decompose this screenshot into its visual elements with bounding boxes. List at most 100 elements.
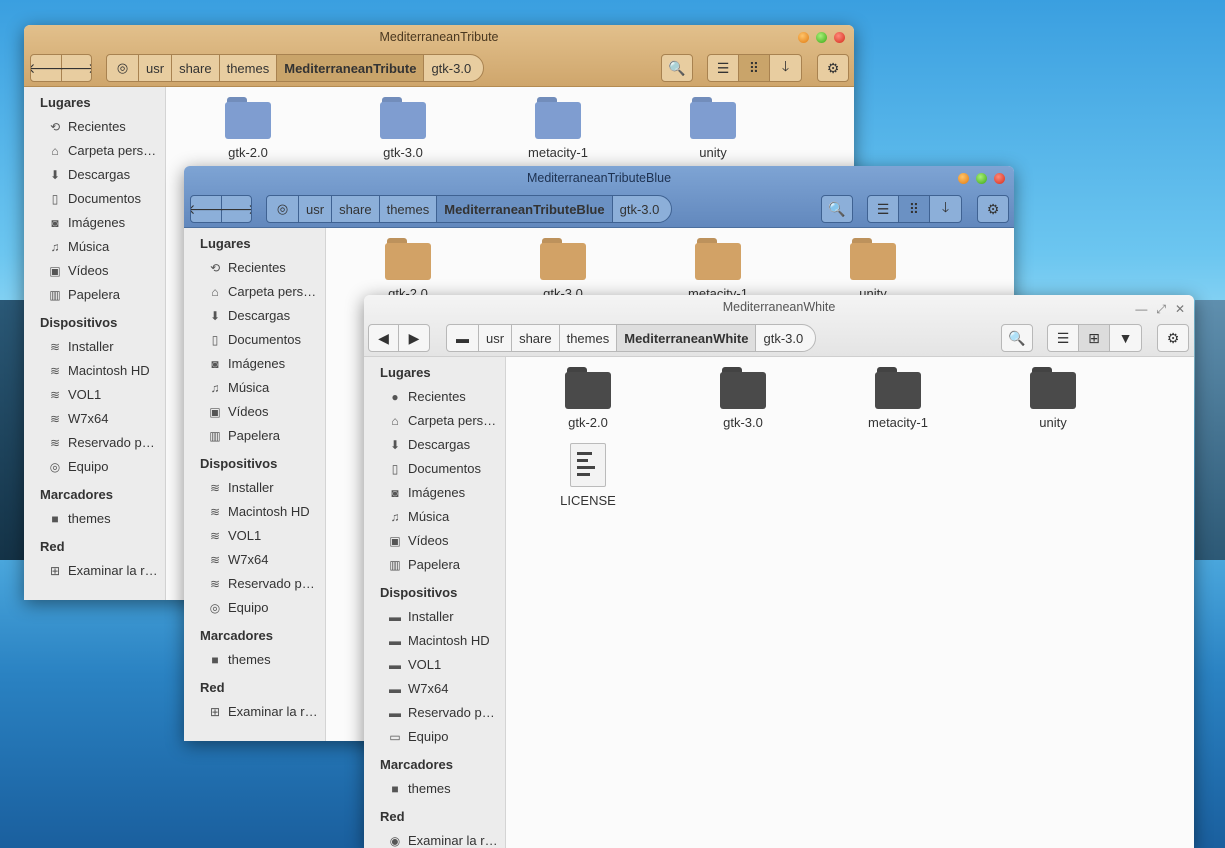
sidebar-item-examinar-la-r[interactable]: ⊞ Examinar la r… [184,700,325,724]
folder-item[interactable]: gtk-2.0 [533,367,643,430]
sidebar-item-carpeta-pers[interactable]: ⌂ Carpeta pers… [184,280,325,304]
search-button[interactable]: 🔍 [821,195,853,223]
grid-view-button[interactable]: ⠿ [739,55,770,81]
sidebar-item-equipo[interactable]: ▭ Equipo [364,725,505,749]
sidebar-item-w7x64[interactable]: ≋ W7x64 [184,548,325,572]
folder-item[interactable]: gtk-3.0 [508,238,618,301]
sidebar-item-equipo[interactable]: ◎ Equipo [24,455,165,479]
sidebar-item-papelera[interactable]: ▥ Papelera [184,424,325,448]
folder-item[interactable]: unity [818,238,928,301]
sidebar-item-musica[interactable]: ♫ Música [364,505,505,529]
sidebar-item-examinar-la-r[interactable]: ◉ Examinar la r… [364,829,505,848]
crumb-themes[interactable]: themes [220,55,278,81]
sidebar-item-musica[interactable]: ♫ Música [24,235,165,259]
sidebar-item-imagenes[interactable]: ◙ Imágenes [364,481,505,505]
sidebar-item-recientes[interactable]: ⟲ Recientes [184,256,325,280]
sidebar-item-recientes[interactable]: ● Recientes [364,385,505,409]
crumb-usr[interactable]: usr [479,325,513,351]
minimize-button[interactable] [798,32,809,43]
maximize-button[interactable] [816,32,827,43]
crumb-gtk3[interactable]: gtk-3.0 [756,325,815,351]
sidebar-item-descargas[interactable]: ⬇ Descargas [184,304,325,328]
forward-button[interactable]: 🡒 [219,196,251,222]
window-mediterranean-white[interactable]: MediterraneanWhite — ⤢ ✕ ◀ ▶ ▬ usr share… [364,295,1194,848]
sidebar-item-themes[interactable]: ■ themes [364,777,505,801]
sidebar-item-musica[interactable]: ♫ Música [184,376,325,400]
folder-item[interactable]: gtk-2.0 [193,97,303,160]
close-button[interactable] [834,32,845,43]
folder-item[interactable]: metacity-1 [663,238,773,301]
crumb-usr[interactable]: usr [139,55,173,81]
sidebar-item-w7x64[interactable]: ▬ W7x64 [364,677,505,701]
sidebar-item-videos[interactable]: ▣ Vídeos [184,400,325,424]
sidebar-item-installer[interactable]: ≋ Installer [24,335,165,359]
folder-item[interactable]: gtk-2.0 [353,238,463,301]
sidebar-item-descargas[interactable]: ⬇ Descargas [364,433,505,457]
sidebar-item-equipo[interactable]: ◎ Equipo [184,596,325,620]
root-device-crumb[interactable]: ◎ [107,55,139,81]
crumb-themes[interactable]: themes [560,325,618,351]
sidebar-item-imagenes[interactable]: ◙ Imágenes [24,211,165,235]
settings-button[interactable]: ⚙ [1157,324,1189,352]
root-device-crumb[interactable]: ◎ [267,196,299,222]
grid-view-button[interactable]: ⠿ [899,196,930,222]
sidebar-item-w7x64[interactable]: ≋ W7x64 [24,407,165,431]
search-button[interactable]: 🔍 [1001,324,1033,352]
close-button[interactable]: ✕ [1175,302,1185,317]
minimize-button[interactable]: — [1135,302,1147,317]
sidebar-item-videos[interactable]: ▣ Vídeos [364,529,505,553]
sidebar-item-vol1[interactable]: ≋ VOL1 [184,524,325,548]
crumb-current[interactable]: MediterraneanWhite [617,325,757,351]
sidebar-item-macintosh-hd[interactable]: ≋ Macintosh HD [184,500,325,524]
sidebar-item-carpeta-pers[interactable]: ⌂ Carpeta pers… [364,409,505,433]
sidebar-item-descargas[interactable]: ⬇ Descargas [24,163,165,187]
view-options-button[interactable]: 🡓 [930,196,961,222]
sidebar-item-documentos[interactable]: ▯ Documentos [24,187,165,211]
crumb-gtk3[interactable]: gtk-3.0 [613,196,672,222]
sidebar-item-reservado-p[interactable]: ▬ Reservado p… [364,701,505,725]
close-button[interactable] [994,173,1005,184]
crumb-share[interactable]: share [332,196,380,222]
sidebar-item-vol1[interactable]: ≋ VOL1 [24,383,165,407]
settings-button[interactable]: ⚙ [977,195,1009,223]
view-options-button[interactable]: 🡓 [770,55,801,81]
search-button[interactable]: 🔍 [661,54,693,82]
sidebar-item-papelera[interactable]: ▥ Papelera [364,553,505,577]
titlebar[interactable]: MediterraneanTributeBlue 🡐 🡒 ◎ usr share… [184,166,1014,228]
sidebar-item-themes[interactable]: ■ themes [184,648,325,672]
back-button[interactable]: 🡐 [191,196,225,222]
titlebar[interactable]: MediterraneanTribute 🡐 🡒 ◎ usr share the… [24,25,854,87]
sidebar-item-documentos[interactable]: ▯ Documentos [364,457,505,481]
sidebar-item-imagenes[interactable]: ◙ Imágenes [184,352,325,376]
list-view-button[interactable]: ☰ [708,55,739,81]
sidebar-item-recientes[interactable]: ⟲ Recientes [24,115,165,139]
crumb-gtk3[interactable]: gtk-3.0 [424,55,483,81]
crumb-current[interactable]: MediterraneanTributeBlue [437,196,613,222]
view-options-button[interactable]: ▼ [1110,325,1141,351]
sidebar-item-reservado-p[interactable]: ≋ Reservado p… [184,572,325,596]
minimize-button[interactable] [958,173,969,184]
settings-button[interactable]: ⚙ [817,54,849,82]
sidebar-item-themes[interactable]: ■ themes [24,507,165,531]
file-view[interactable]: gtk-2.0 gtk-3.0 metacity-1 unity LICENSE [506,357,1194,848]
sidebar-item-installer[interactable]: ≋ Installer [184,476,325,500]
sidebar-item-reservado-p[interactable]: ≋ Reservado p… [24,431,165,455]
titlebar[interactable]: MediterraneanWhite — ⤢ ✕ ◀ ▶ ▬ usr share… [364,295,1194,357]
maximize-button[interactable]: ⤢ [1156,302,1166,317]
sidebar-item-carpeta-pers[interactable]: ⌂ Carpeta pers… [24,139,165,163]
folder-item[interactable]: gtk-3.0 [348,97,458,160]
folder-item[interactable]: metacity-1 [503,97,613,160]
list-view-button[interactable]: ☰ [1048,325,1079,351]
sidebar-item-papelera[interactable]: ▥ Papelera [24,283,165,307]
sidebar-item-videos[interactable]: ▣ Vídeos [24,259,165,283]
list-view-button[interactable]: ☰ [868,196,899,222]
folder-item[interactable]: unity [998,367,1108,430]
forward-button[interactable]: ▶ [399,325,429,351]
back-button[interactable]: ◀ [369,325,400,351]
crumb-current[interactable]: MediterraneanTribute [277,55,425,81]
sidebar-item-documentos[interactable]: ▯ Documentos [184,328,325,352]
folder-item[interactable]: gtk-3.0 [688,367,798,430]
sidebar-item-examinar-la-r[interactable]: ⊞ Examinar la r… [24,559,165,583]
root-device-crumb[interactable]: ▬ [447,325,479,351]
forward-button[interactable]: 🡒 [59,55,91,81]
